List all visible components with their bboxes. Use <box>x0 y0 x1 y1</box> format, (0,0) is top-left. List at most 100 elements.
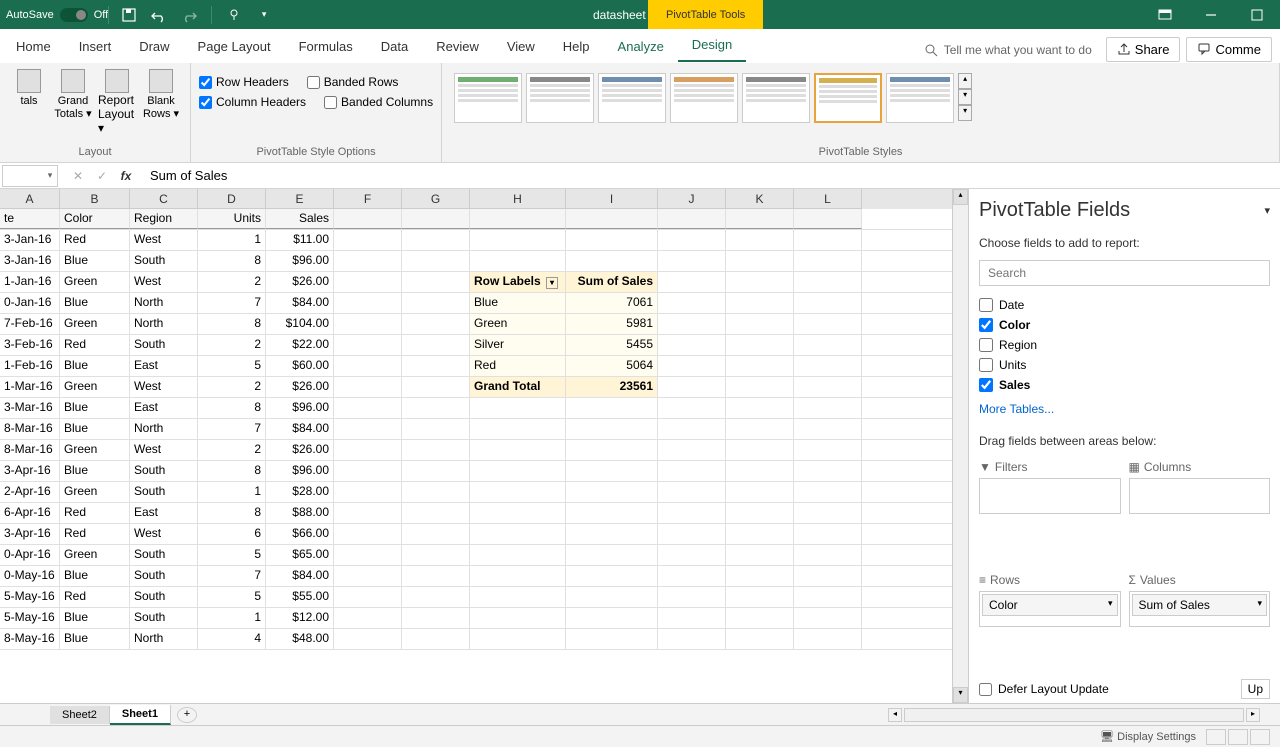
cell[interactable] <box>334 629 402 649</box>
col-header[interactable]: C <box>130 189 198 209</box>
cell[interactable]: Blue <box>60 398 130 418</box>
cell[interactable] <box>726 608 794 628</box>
autosave-toggle[interactable]: AutoSave Off <box>6 8 108 22</box>
cell[interactable]: 8 <box>198 503 266 523</box>
cell[interactable]: South <box>130 482 198 502</box>
cell[interactable] <box>658 566 726 586</box>
cell[interactable] <box>658 209 726 229</box>
cell[interactable]: $55.00 <box>266 587 334 607</box>
chk-column-headers[interactable]: Column Headers <box>199 95 306 109</box>
cell[interactable]: Sales <box>266 209 334 229</box>
cell[interactable] <box>726 335 794 355</box>
cell[interactable] <box>566 461 658 481</box>
cell[interactable]: 6-Apr-16 <box>0 503 60 523</box>
fieldlist-search[interactable] <box>979 260 1270 286</box>
cell[interactable] <box>402 293 470 313</box>
col-header[interactable]: B <box>60 189 130 209</box>
cell[interactable] <box>726 209 794 229</box>
cell[interactable] <box>658 314 726 334</box>
cell[interactable]: $66.00 <box>266 524 334 544</box>
col-header[interactable]: D <box>198 189 266 209</box>
cell[interactable]: South <box>130 608 198 628</box>
cell[interactable]: Red <box>60 503 130 523</box>
cell[interactable]: $26.00 <box>266 272 334 292</box>
cell[interactable] <box>726 398 794 418</box>
cell[interactable] <box>470 419 566 439</box>
cell[interactable]: North <box>130 314 198 334</box>
cell[interactable]: 2-Apr-16 <box>0 482 60 502</box>
cell[interactable] <box>658 251 726 271</box>
cell[interactable] <box>334 566 402 586</box>
cell[interactable] <box>470 440 566 460</box>
cell[interactable]: 2 <box>198 377 266 397</box>
cell[interactable]: South <box>130 587 198 607</box>
cell[interactable]: Red <box>60 230 130 250</box>
col-header[interactable]: H <box>470 189 566 209</box>
cell[interactable] <box>402 209 470 229</box>
col-header[interactable]: E <box>266 189 334 209</box>
sheet-tab[interactable]: Sheet2 <box>50 706 110 724</box>
cell[interactable] <box>726 503 794 523</box>
cell[interactable]: 8 <box>198 314 266 334</box>
tab-insert[interactable]: Insert <box>65 31 126 62</box>
cell[interactable] <box>402 398 470 418</box>
values-area[interactable]: ΣValues Sum of Sales <box>1129 569 1271 674</box>
cell[interactable]: West <box>130 230 198 250</box>
tab-design[interactable]: Design <box>678 29 746 62</box>
cell[interactable] <box>794 545 862 565</box>
cell[interactable] <box>658 461 726 481</box>
update-button[interactable]: Up <box>1241 679 1270 699</box>
cell[interactable]: Blue <box>60 293 130 313</box>
cell[interactable]: 8 <box>198 251 266 271</box>
cell[interactable] <box>402 629 470 649</box>
cell[interactable]: Blue <box>60 629 130 649</box>
cell[interactable] <box>658 335 726 355</box>
cell[interactable]: $28.00 <box>266 482 334 502</box>
col-header[interactable]: I <box>566 189 658 209</box>
tab-help[interactable]: Help <box>549 31 604 62</box>
cell[interactable] <box>566 440 658 460</box>
cell[interactable] <box>334 482 402 502</box>
cell[interactable]: South <box>130 335 198 355</box>
cell[interactable]: Blue <box>60 566 130 586</box>
cell[interactable] <box>470 482 566 502</box>
cell[interactable] <box>402 356 470 376</box>
filters-area[interactable]: ▼Filters <box>979 456 1121 561</box>
cell[interactable] <box>334 608 402 628</box>
cell[interactable]: Color <box>60 209 130 229</box>
hscroll-left-icon[interactable]: ◂ <box>888 708 902 722</box>
fx-icon[interactable]: fx <box>116 169 136 183</box>
cell[interactable]: 7061 <box>566 293 658 313</box>
cell[interactable] <box>566 587 658 607</box>
style-thumb-2[interactable] <box>526 73 594 123</box>
cell[interactable] <box>470 398 566 418</box>
cell[interactable]: 3-Jan-16 <box>0 230 60 250</box>
cell[interactable] <box>566 419 658 439</box>
cell[interactable] <box>658 293 726 313</box>
cell[interactable] <box>726 293 794 313</box>
cell[interactable] <box>470 503 566 523</box>
cell[interactable] <box>566 629 658 649</box>
minimize-button[interactable] <box>1188 0 1234 29</box>
cell[interactable] <box>470 524 566 544</box>
cell[interactable] <box>726 587 794 607</box>
cell[interactable] <box>726 377 794 397</box>
cell[interactable]: 1 <box>198 482 266 502</box>
cell[interactable] <box>566 230 658 250</box>
cell[interactable] <box>402 545 470 565</box>
style-thumb-3[interactable] <box>598 73 666 123</box>
cell[interactable] <box>334 314 402 334</box>
cell[interactable]: Green <box>60 440 130 460</box>
cell[interactable] <box>402 251 470 271</box>
chk-banded-rows[interactable]: Banded Rows <box>307 75 399 89</box>
cell[interactable] <box>658 503 726 523</box>
chk-banded-columns[interactable]: Banded Columns <box>324 95 433 109</box>
cell[interactable] <box>334 545 402 565</box>
normal-view-icon[interactable] <box>1206 729 1226 745</box>
style-thumb-4[interactable] <box>670 73 738 123</box>
cell[interactable]: 2 <box>198 440 266 460</box>
tab-review[interactable]: Review <box>422 31 493 62</box>
cell[interactable]: $65.00 <box>266 545 334 565</box>
cell[interactable]: $48.00 <box>266 629 334 649</box>
cell[interactable]: Row Labels ▾ <box>470 272 566 292</box>
